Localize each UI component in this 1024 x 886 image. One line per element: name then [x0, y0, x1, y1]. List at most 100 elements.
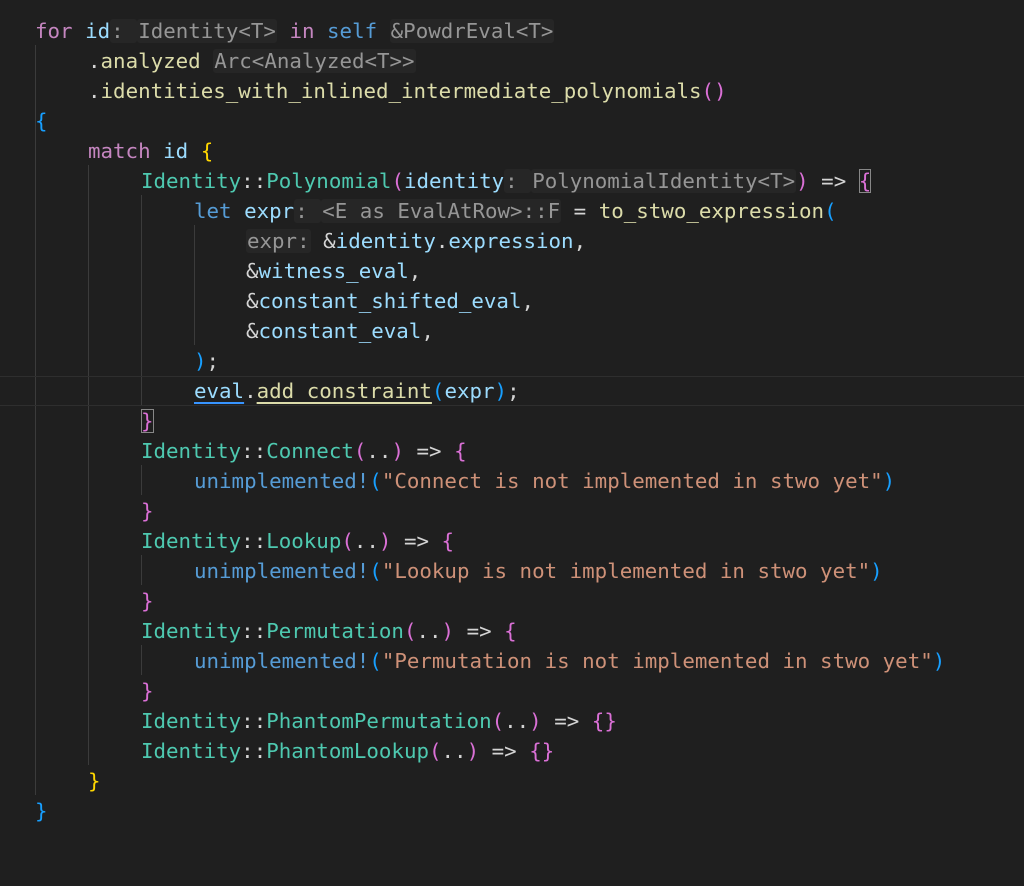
bracket: (	[369, 649, 382, 673]
variable: constant_shifted_eval	[258, 289, 522, 313]
operator: =	[561, 199, 599, 223]
bracket: }	[141, 499, 154, 523]
bracket: (	[353, 439, 367, 463]
enum-variant: Connect	[266, 439, 354, 463]
code-line[interactable]: }	[0, 766, 1024, 796]
keyword: match	[88, 139, 151, 163]
variable: id	[85, 19, 111, 43]
matched-bracket: }	[141, 409, 154, 433]
code-line[interactable]: unimplemented!("Lookup is not implemente…	[0, 556, 1024, 586]
enum-variant: Permutation	[266, 619, 404, 643]
code-line[interactable]: expr: &identity.expression,	[0, 226, 1024, 256]
punctuation: ;	[206, 349, 220, 373]
operator: =>	[541, 709, 592, 733]
operator: &	[246, 319, 259, 343]
matched-bracket: {	[858, 169, 872, 193]
variable: expr	[444, 379, 495, 403]
bracket: )	[870, 559, 883, 583]
code-editor[interactable]: for id: Identity<T> in self &PowdrEval<T…	[0, 0, 1024, 833]
operator: =>	[479, 739, 530, 763]
operator: =>	[454, 619, 505, 643]
type-inlay-hint: &PowdrEval<T>	[389, 19, 555, 43]
type: Identity	[141, 439, 242, 463]
code-line[interactable]: );	[0, 346, 1024, 376]
code-line[interactable]: Identity::Connect(..) => {	[0, 436, 1024, 466]
macro-call: unimplemented!	[194, 469, 370, 493]
type: Identity	[141, 709, 242, 733]
code-line[interactable]: match id {	[0, 136, 1024, 166]
bracket: {}	[591, 709, 617, 733]
bracket: {	[35, 109, 48, 133]
operator: &	[246, 289, 259, 313]
code-line[interactable]: Identity::PhantomPermutation(..) => {}	[0, 706, 1024, 736]
code-line[interactable]: .analyzed Arc<Analyzed<T>>	[0, 46, 1024, 76]
code-line[interactable]: {	[0, 106, 1024, 136]
bracket: (	[824, 199, 837, 223]
code-line[interactable]: &constant_eval,	[0, 316, 1024, 346]
variable: witness_eval	[258, 259, 409, 283]
operator: &	[323, 229, 336, 253]
bracket: (	[429, 739, 442, 763]
code-line[interactable]: for id: Identity<T> in self &PowdrEval<T…	[0, 16, 1024, 46]
type: Identity	[141, 739, 242, 763]
bracket: )	[378, 529, 392, 553]
variable: expr	[244, 199, 295, 223]
code-line[interactable]: }	[0, 796, 1024, 826]
bracket: )	[796, 169, 809, 193]
bracket: {	[200, 139, 214, 163]
bracket: (	[391, 169, 404, 193]
type-inlay-hint: :	[504, 169, 532, 193]
bracket: (	[341, 529, 354, 553]
bracket: )	[714, 79, 727, 103]
code-line[interactable]: Identity::Lookup(..) => {	[0, 526, 1024, 556]
punctuation: ::	[241, 709, 267, 733]
field: expression	[448, 229, 574, 253]
param-inlay-hint: expr:	[246, 229, 311, 253]
punctuation: ,	[408, 259, 422, 283]
bracket: }	[141, 589, 154, 613]
punctuation: ::	[241, 439, 267, 463]
code-line[interactable]: &constant_shifted_eval,	[0, 286, 1024, 316]
bracket: )	[882, 469, 896, 493]
punctuation: ,	[421, 319, 434, 343]
keyword: let	[194, 199, 232, 223]
type-inlay-hint: Arc<Analyzed<T>>	[213, 49, 416, 73]
code-line[interactable]: .identities_with_inlined_intermediate_po…	[0, 76, 1024, 106]
punctuation: .	[244, 379, 257, 403]
code-line[interactable]: let expr: <E as EvalAtRow>::F = to_stwo_…	[0, 196, 1024, 226]
operator: =>	[391, 529, 442, 553]
code-line[interactable]: }	[0, 406, 1024, 436]
punctuation: .	[88, 79, 101, 103]
operator: =>	[403, 439, 455, 463]
punctuation: ::	[241, 739, 267, 763]
code-line[interactable]: &witness_eval,	[0, 256, 1024, 286]
macro-call: unimplemented!	[194, 649, 370, 673]
code-line[interactable]: Identity::PhantomLookup(..) => {}	[0, 736, 1024, 766]
code-line[interactable]: Identity::Permutation(..) => {	[0, 616, 1024, 646]
code-line[interactable]: }	[0, 496, 1024, 526]
bracket: }	[88, 769, 101, 793]
string-literal: "Lookup is not implemented in stwo yet"	[381, 559, 871, 583]
current-code-line[interactable]: eval.add_constraint(expr);	[0, 376, 1024, 406]
code-line[interactable]: }	[0, 586, 1024, 616]
type-inlay-hint: :	[294, 199, 322, 223]
bracket: (	[491, 709, 505, 733]
variable: identity	[403, 169, 505, 193]
bracket: (	[431, 379, 445, 403]
type: Identity	[141, 529, 242, 553]
operator: ..	[416, 619, 442, 643]
code-line[interactable]: unimplemented!("Connect is not implement…	[0, 466, 1024, 496]
bracket: )	[441, 619, 455, 643]
code-line[interactable]: unimplemented!("Permutation is not imple…	[0, 646, 1024, 676]
code-line[interactable]: Identity::Polynomial(identity: Polynomia…	[0, 166, 1024, 196]
bracket: {	[441, 529, 455, 553]
code-line[interactable]: }	[0, 676, 1024, 706]
